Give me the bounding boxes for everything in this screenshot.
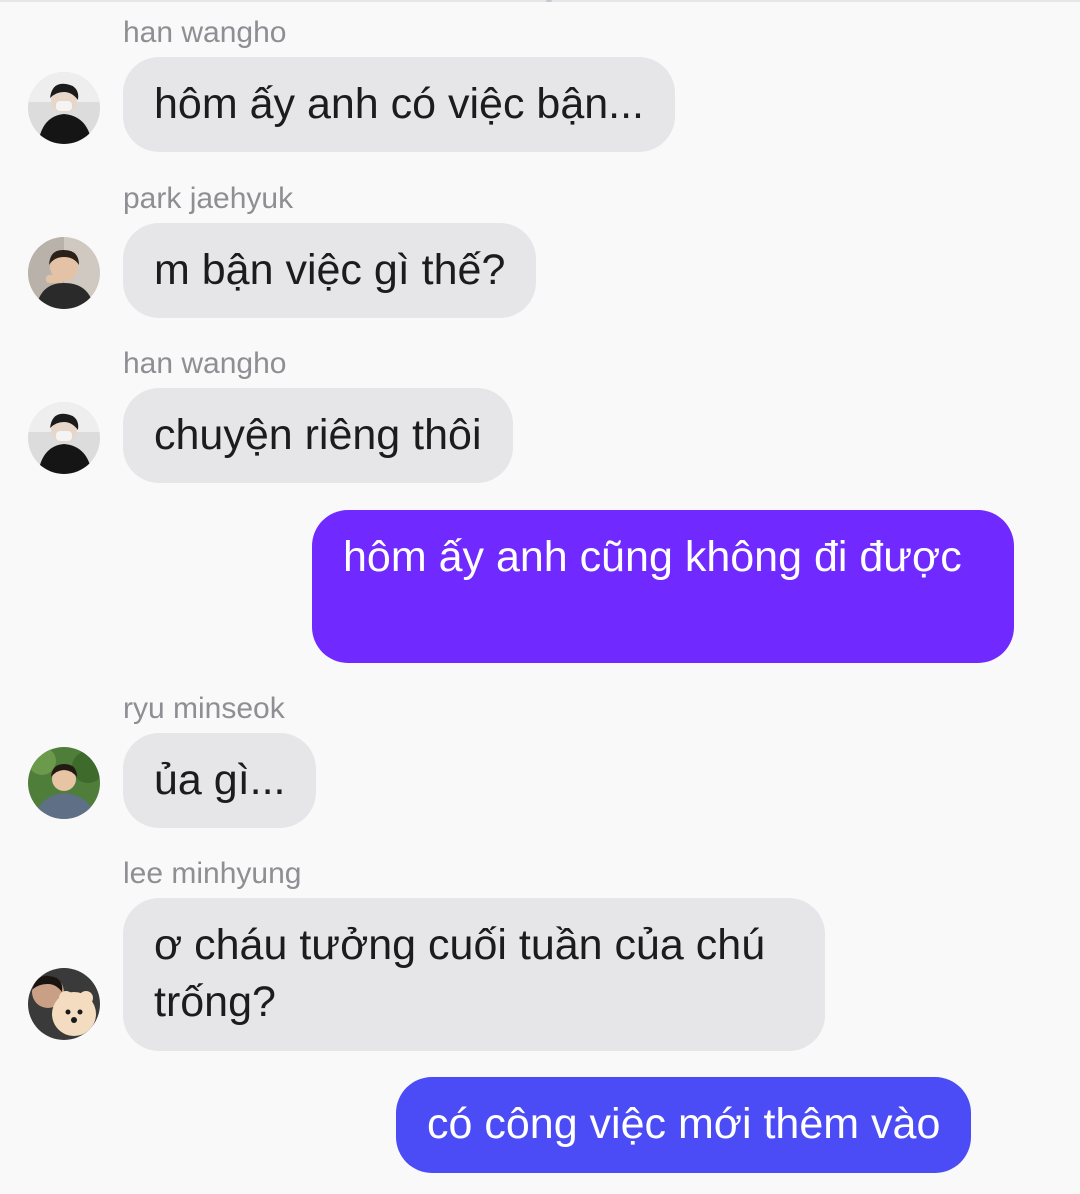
outgoing-message-bubble[interactable]: hôm ấy anh cũng không đi được [312,510,1014,663]
message-bubble[interactable]: m bận việc gì thế? [123,223,537,318]
sender-name: han wangho [123,347,287,380]
avatar[interactable] [28,747,100,819]
avatar[interactable] [28,72,100,144]
sender-name: park jaehyuk [123,182,294,215]
avatar[interactable] [28,237,100,309]
message-bubble[interactable]: chuyện riêng thôi [123,388,513,483]
outgoing-message-bubble[interactable]: có công việc mới thêm vào [396,1077,972,1173]
message-bubble[interactable]: ủa gì... [123,733,317,828]
avatar[interactable] [28,402,100,474]
message-bubble[interactable]: ơ cháu tưởng cuối tuần của chú trống? [123,898,825,1051]
top-notch [546,0,552,2]
sender-name: lee minhyung [123,857,302,890]
top-divider [0,0,1080,2]
sender-name: han wangho [123,16,287,49]
avatar[interactable] [28,968,100,1040]
message-bubble[interactable]: hôm ấy anh có việc bận... [123,57,676,152]
sender-name: ryu minseok [123,692,285,725]
